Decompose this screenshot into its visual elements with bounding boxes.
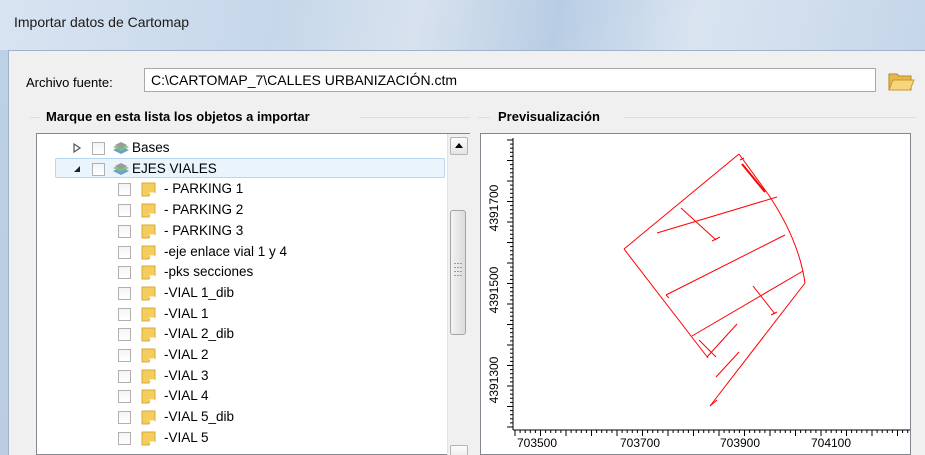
layer-icon: [141, 203, 156, 218]
source-file-label: Archivo fuente:: [26, 75, 113, 90]
tree-layer-item[interactable]: - PARKING 3: [0, 221, 446, 241]
item-checkbox[interactable]: [118, 266, 131, 279]
tree-layer-item[interactable]: -eje enlace vial 1 y 4: [0, 242, 446, 262]
collapse-arrow-icon[interactable]: [72, 164, 82, 174]
tree-layer-item[interactable]: -VIAL 4: [0, 386, 446, 406]
y-tick-label: 4391500: [487, 266, 501, 313]
expand-arrow-icon[interactable]: [72, 143, 82, 153]
tree-layer-item[interactable]: -pks secciones: [0, 262, 446, 282]
tree-item-label: -VIAL 1: [164, 306, 209, 321]
item-checkbox[interactable]: [118, 349, 131, 362]
layer-icon: [141, 327, 156, 342]
group-line: [30, 117, 40, 118]
road-geometry: [623, 153, 806, 407]
tree-item-label: - PARKING 1: [164, 181, 244, 196]
item-checkbox[interactable]: [92, 163, 105, 176]
tree-item-label: - PARKING 2: [164, 202, 244, 217]
tree-item-label: -pks secciones: [164, 264, 254, 279]
item-checkbox[interactable]: [118, 432, 131, 445]
item-checkbox[interactable]: [92, 142, 105, 155]
tree-item-label: EJES VIALES: [132, 161, 217, 176]
tree-layer-item[interactable]: -VIAL 1_dib: [0, 283, 446, 303]
folder-icon: [888, 73, 915, 91]
layer-icon: [141, 265, 156, 280]
y-tick-label: 4391300: [487, 356, 501, 403]
tree-layer-item[interactable]: - PARKING 2: [0, 200, 446, 220]
item-checkbox[interactable]: [118, 246, 131, 259]
arrow-up-icon: [455, 143, 463, 148]
preview-panel[interactable]: 4391700 4391500 4391300 703500 703700 70…: [480, 133, 911, 455]
title-bar[interactable]: Importar datos de Cartomap: [0, 0, 925, 50]
scroll-up-button[interactable]: [450, 137, 468, 155]
tree-item-label: -VIAL 2: [164, 347, 209, 362]
group-line: [624, 117, 916, 118]
objects-group-title: Marque en esta lista los objetos a impor…: [44, 109, 312, 124]
tree-item-label: -VIAL 4: [164, 388, 209, 403]
tree-layer-item[interactable]: -VIAL 5: [0, 428, 446, 448]
layer-icon: [141, 431, 156, 446]
layer-icon: [141, 348, 156, 363]
tree-group-node[interactable]: Bases: [0, 138, 446, 158]
scroll-thumb[interactable]: [450, 210, 466, 335]
x-tick-label: 703900: [720, 436, 760, 450]
tree-layer-item[interactable]: -VIAL 5_dib: [0, 407, 446, 427]
layer-icon: [141, 389, 156, 404]
x-tick-label: 704100: [811, 436, 851, 450]
item-checkbox[interactable]: [118, 204, 131, 217]
tree-item-label: -VIAL 2_dib: [164, 326, 235, 341]
item-checkbox[interactable]: [118, 287, 131, 300]
preview-group-title: Previsualización: [496, 109, 602, 124]
group-line: [478, 117, 490, 118]
tree-layer-item[interactable]: -VIAL 3: [0, 366, 446, 386]
item-checkbox[interactable]: [118, 411, 131, 424]
item-checkbox[interactable]: [118, 183, 131, 196]
item-checkbox[interactable]: [118, 328, 131, 341]
item-checkbox[interactable]: [118, 390, 131, 403]
tree-item-label: - PARKING 3: [164, 223, 244, 238]
tree-item-label: -VIAL 1_dib: [164, 285, 235, 300]
x-tick-label: 703700: [620, 436, 660, 450]
tree-item-label: -eje enlace vial 1 y 4: [164, 244, 288, 259]
layer-icon: [141, 307, 156, 322]
layer-icon: [141, 410, 156, 425]
scroll-down-button[interactable]: [450, 445, 468, 455]
tree-item-label: -VIAL 5: [164, 430, 209, 445]
tree-layer-item[interactable]: - PARKING 1: [0, 179, 446, 199]
tree-group-node[interactable]: EJES VIALES: [0, 159, 446, 179]
layer-icon: [141, 245, 156, 260]
layers-icon: [113, 163, 129, 175]
tree-item-label: -VIAL 3: [164, 368, 209, 383]
tree-scrollbar[interactable]: [447, 134, 470, 455]
import-dialog: Importar datos de Cartomap Archivo fuent…: [0, 0, 925, 455]
y-tick-label: 4391700: [487, 184, 501, 231]
tree-item-label: -VIAL 5_dib: [164, 409, 235, 424]
tree-layer-item[interactable]: -VIAL 2_dib: [0, 324, 446, 344]
preview-canvas: 4391700 4391500 4391300 703500 703700 70…: [487, 138, 910, 450]
item-checkbox[interactable]: [118, 225, 131, 238]
layer-icon: [141, 286, 156, 301]
item-checkbox[interactable]: [118, 370, 131, 383]
layers-icon: [113, 142, 129, 154]
layer-icon: [141, 182, 156, 197]
group-line: [360, 117, 470, 118]
window-title: Importar datos de Cartomap: [14, 14, 190, 30]
tree-item-label: Bases: [132, 140, 170, 155]
tree-layer-item[interactable]: -VIAL 1: [0, 304, 446, 324]
open-folder-button[interactable]: [886, 68, 916, 94]
source-file-field[interactable]: C:\CARTOMAP_7\CALLES URBANIZACIÓN.ctm: [144, 68, 876, 92]
layer-icon: [141, 369, 156, 384]
grip-icon: [454, 263, 462, 276]
item-checkbox[interactable]: [118, 308, 131, 321]
tree-layer-item[interactable]: -VIAL 2: [0, 345, 446, 365]
x-tick-label: 703500: [517, 436, 557, 450]
layer-icon: [141, 224, 156, 239]
